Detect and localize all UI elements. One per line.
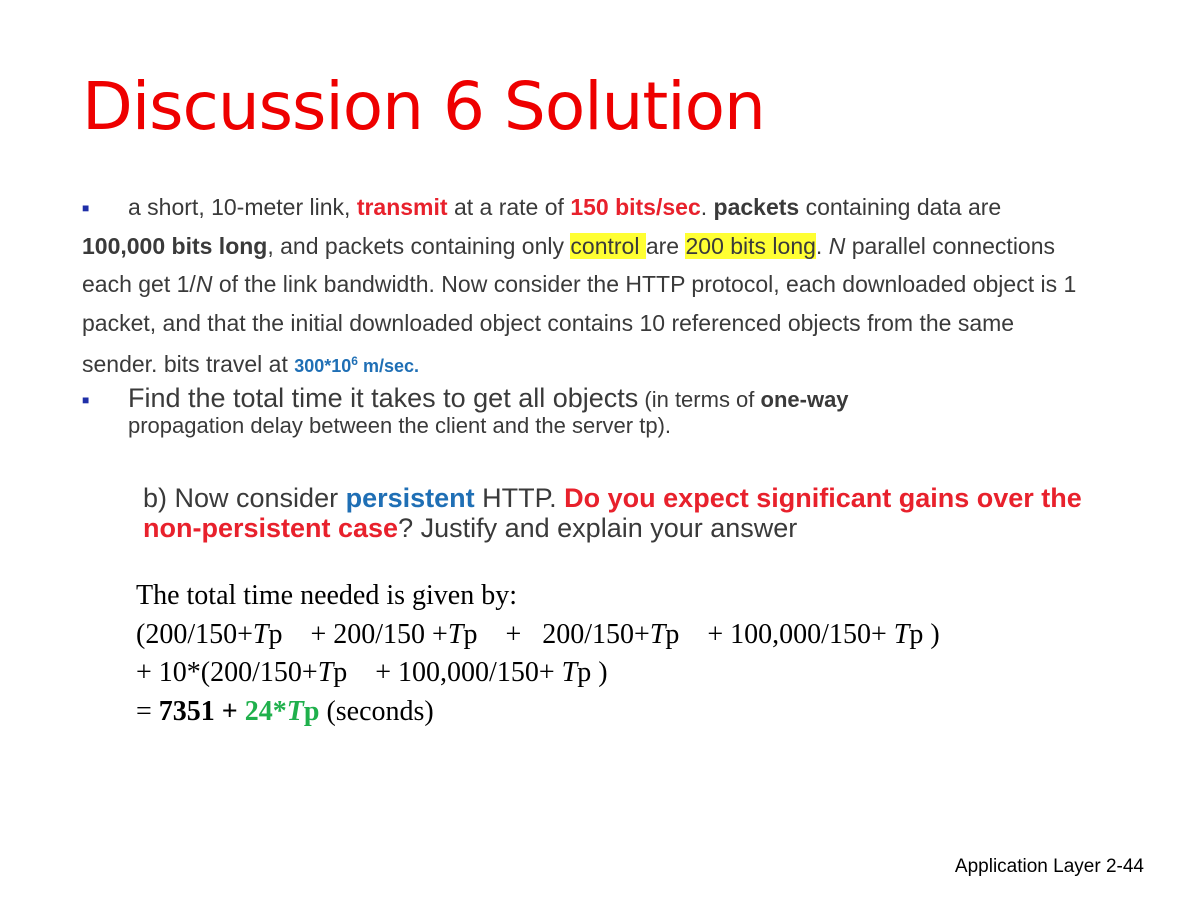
n-variable: N bbox=[828, 232, 846, 259]
result-t: T bbox=[286, 695, 304, 727]
problem-text: . bbox=[700, 194, 714, 220]
question-b-text: ? Justify and explain your answer bbox=[398, 513, 798, 543]
expr-part: p + 200/150 + bbox=[268, 618, 448, 650]
expr-part: (200/150+ bbox=[136, 618, 253, 650]
result-unit: (seconds) bbox=[319, 695, 434, 727]
slide-footer: Application Layer 2-44 bbox=[954, 856, 1144, 877]
slide-title: Discussion 6 Solution bbox=[82, 68, 766, 145]
packet-size-value: 100,000 bits long bbox=[82, 232, 268, 259]
tp-variable: T bbox=[317, 657, 334, 688]
speed-exponent: 6 bbox=[351, 354, 358, 368]
transmit-keyword: transmit bbox=[356, 194, 448, 220]
expr-part: + 10*(200/150+ bbox=[136, 657, 318, 688]
result-coefficient: 24* bbox=[244, 695, 287, 727]
problem-text: containing data are bbox=[799, 194, 1002, 220]
find-question-paren: (in terms of bbox=[638, 387, 761, 412]
expr-part: p + 100,000/150+ bbox=[333, 657, 562, 688]
problem-statement: a short, 10-meter link, transmit at a ra… bbox=[82, 188, 1082, 386]
find-question-text: Find the total time it takes to get all … bbox=[128, 383, 639, 413]
solution-result: = 7351 + 24*Tp (seconds) bbox=[136, 693, 940, 732]
tp-variable: T bbox=[252, 618, 269, 650]
expr-part: p ) bbox=[577, 657, 608, 688]
question-b: b) Now consider persistent HTTP. Do you … bbox=[143, 483, 1103, 543]
packets-keyword: packets bbox=[713, 194, 800, 220]
problem-text: , and packets containing only bbox=[267, 232, 571, 259]
solution-line-2: (200/150+Tp + 200/150 +Tp + 200/150+Tp +… bbox=[136, 616, 940, 655]
expr-part: p + 200/150+ bbox=[463, 618, 650, 650]
result-constant: 7351 + bbox=[158, 695, 245, 727]
one-way-keyword: one-way bbox=[760, 387, 849, 412]
persistent-keyword: persistent bbox=[345, 483, 475, 513]
find-question-line2: propagation delay between the client and… bbox=[128, 413, 672, 438]
solution-line-3: + 10*(200/150+Tp + 100,000/150+ Tp ) bbox=[136, 654, 940, 693]
rate-value: 150 bits/sec bbox=[570, 194, 701, 220]
question-b-text: HTTP. bbox=[474, 483, 565, 513]
solution-block: The total time needed is given by: (200/1… bbox=[136, 577, 940, 731]
propagation-speed: 300*106 m/sec. bbox=[294, 354, 420, 376]
problem-text: at a rate of bbox=[447, 194, 571, 220]
problem-text: of the link bandwidth. Now consider the … bbox=[82, 271, 1077, 377]
find-question: Find the total time it takes to get all … bbox=[82, 382, 1082, 416]
speed-base: 300*10 bbox=[294, 356, 352, 376]
tp-variable: T bbox=[561, 657, 578, 688]
result-p: p bbox=[303, 695, 320, 727]
tp-variable: T bbox=[893, 618, 910, 650]
tp-variable: T bbox=[649, 618, 666, 650]
expr-part: = bbox=[136, 695, 159, 727]
expr-part: p ) bbox=[909, 618, 940, 650]
control-highlight: control bbox=[570, 232, 646, 259]
question-b-text: b) Now consider bbox=[143, 483, 346, 513]
n-variable: N bbox=[195, 271, 213, 297]
problem-text: a short, 10-meter link, bbox=[128, 194, 357, 220]
problem-text: . bbox=[815, 232, 829, 259]
speed-unit: m/sec. bbox=[357, 356, 420, 376]
solution-line-1: The total time needed is given by: bbox=[136, 580, 518, 611]
problem-text: are bbox=[645, 232, 686, 259]
tp-variable: T bbox=[447, 618, 464, 650]
expr-part: p + 100,000/150+ bbox=[665, 618, 894, 650]
control-size-highlight: 200 bits long bbox=[685, 232, 816, 259]
